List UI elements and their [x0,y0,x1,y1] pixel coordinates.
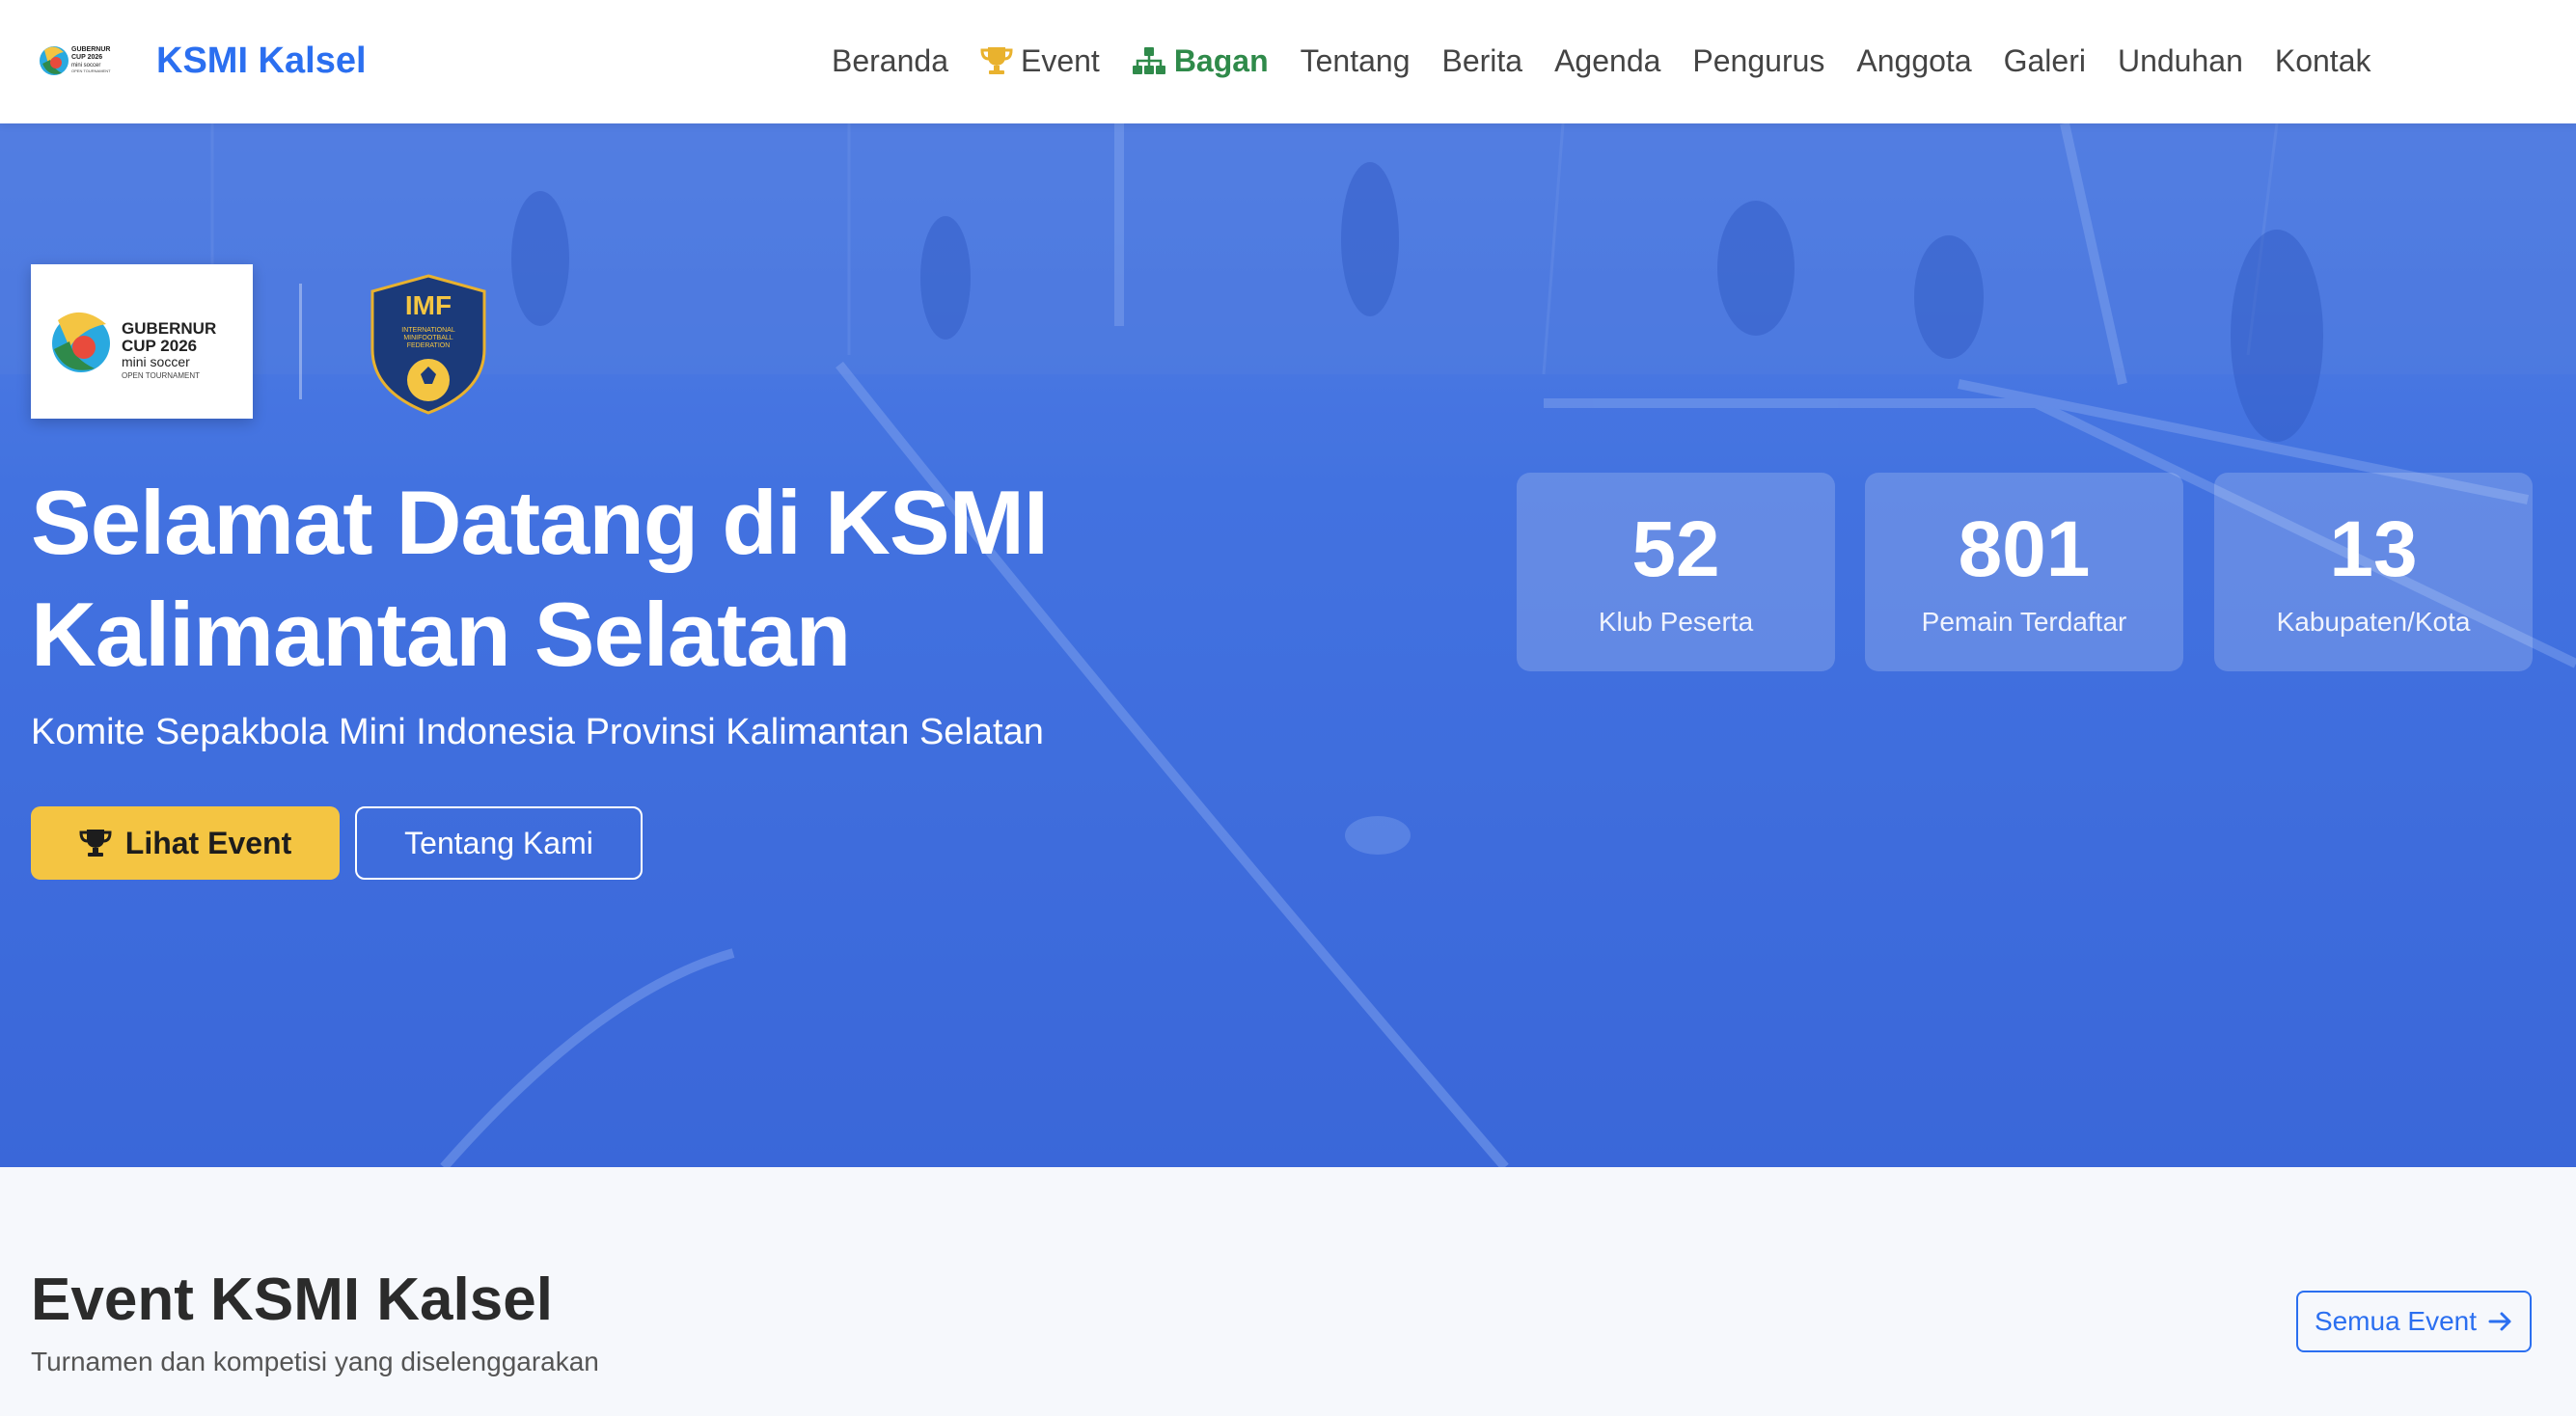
nav-label: Berita [1441,42,1523,78]
logo-text-2: CUP 2026 [71,54,102,61]
all-events-label: Semua Event [2314,1306,2478,1336]
brand-name[interactable]: KSMI Kalsel [156,37,367,85]
nav-event[interactable]: Event [980,43,1100,79]
nav-anggota[interactable]: Anggota [1856,43,1971,79]
events-section: Event KSMI Kalsel Turnamen dan kompetisi… [0,1167,2576,1416]
gubernur-cup-logo[interactable]: GUBERNUR CUP 2026 mini soccer OPEN TOURN… [37,39,123,83]
logo-text-4: OPEN TOURNAMENT [71,68,111,73]
sitemap-icon [1132,45,1166,76]
nav-beranda[interactable]: Beranda [832,43,948,79]
hero-title: Selamat Datang di KSMI Kalimantan Selata… [31,472,1049,685]
view-events-button[interactable]: Lihat Event [31,806,340,880]
nav-kontak[interactable]: Kontak [2275,43,2371,79]
events-subtitle: Turnamen dan kompetisi yang diselenggara… [31,1347,599,1376]
events-title: Event KSMI Kalsel [31,1266,553,1333]
view-events-label: Lihat Event [124,825,292,860]
stat-card-regencies: 13 Kabupaten/Kota [2214,473,2533,671]
about-us-label: Tentang Kami [404,825,593,860]
nav-label: Event [1020,42,1100,78]
navbar: GUBERNUR CUP 2026 mini soccer OPEN TOURN… [0,0,2576,123]
stat-card-clubs: 52 Klub Peserta [1517,473,1835,671]
nav-label: Unduhan [2117,42,2243,78]
stat-value: 801 [1958,505,2091,593]
imf-logo-text-4: FEDERATION [407,342,451,349]
logo-card-text-2: CUP 2026 [122,337,197,355]
stat-card-players: 801 Pemain Terdaftar [1865,473,2183,671]
nav-berita[interactable]: Berita [1441,43,1522,79]
logo-divider [299,284,302,399]
logo-card-text-3: mini soccer [122,354,190,369]
nav-label: Beranda [832,42,948,78]
gubernur-cup-logo-card: GUBERNUR CUP 2026 mini soccer OPEN TOURN… [31,264,253,419]
nav-unduhan[interactable]: Unduhan [2118,43,2243,79]
nav-label: Kontak [2274,42,2371,78]
stat-label: Kabupaten/Kota [2276,607,2471,637]
main-nav: Beranda Event Bagan Tentang Berita Agend… [832,37,2370,85]
nav-label: Anggota [1856,42,1972,78]
imf-logo-text: IMF [405,290,452,320]
gubernur-cup-logo: GUBERNUR CUP 2026 mini soccer OPEN TOURN… [52,312,216,380]
logo-card-text-4: OPEN TOURNAMENT [122,371,200,380]
nav-agenda[interactable]: Agenda [1554,43,1660,79]
nav-label: Pengurus [1692,42,1825,78]
trophy-icon [980,45,1013,76]
stat-label: Pemain Terdaftar [1921,607,2127,637]
all-events-button[interactable]: Semua Event [2296,1291,2532,1352]
hero-section: GUBERNUR CUP 2026 mini soccer OPEN TOURN… [0,123,2576,1167]
hero-subtitle: Komite Sepakbola Mini Indonesia Provinsi… [31,712,1044,752]
nav-tentang[interactable]: Tentang [1301,43,1411,79]
about-us-button[interactable]: Tentang Kami [355,806,643,880]
stat-value: 13 [2329,505,2418,593]
arrow-right-icon [2488,1310,2513,1333]
nav-bagan[interactable]: Bagan [1132,43,1269,79]
nav-pengurus[interactable]: Pengurus [1692,43,1824,79]
imf-logo-text-2: INTERNATIONAL [401,327,455,334]
logo-text-1: GUBERNUR [71,46,110,53]
trophy-icon [79,828,112,858]
nav-galeri[interactable]: Galeri [2004,43,2086,79]
stat-label: Klub Peserta [1598,607,1754,637]
nav-label: Tentang [1300,42,1411,78]
imf-logo: IMF INTERNATIONAL MINIFOOTBALL FEDERATIO… [370,274,486,415]
nav-label: Agenda [1554,42,1661,78]
nav-label: Galeri [2003,42,2086,78]
stat-value: 52 [1631,505,1720,593]
logo-card-text-1: GUBERNUR [122,319,216,338]
imf-logo-text-3: MINIFOOTBALL [403,335,452,341]
nav-label: Bagan [1173,42,1269,78]
